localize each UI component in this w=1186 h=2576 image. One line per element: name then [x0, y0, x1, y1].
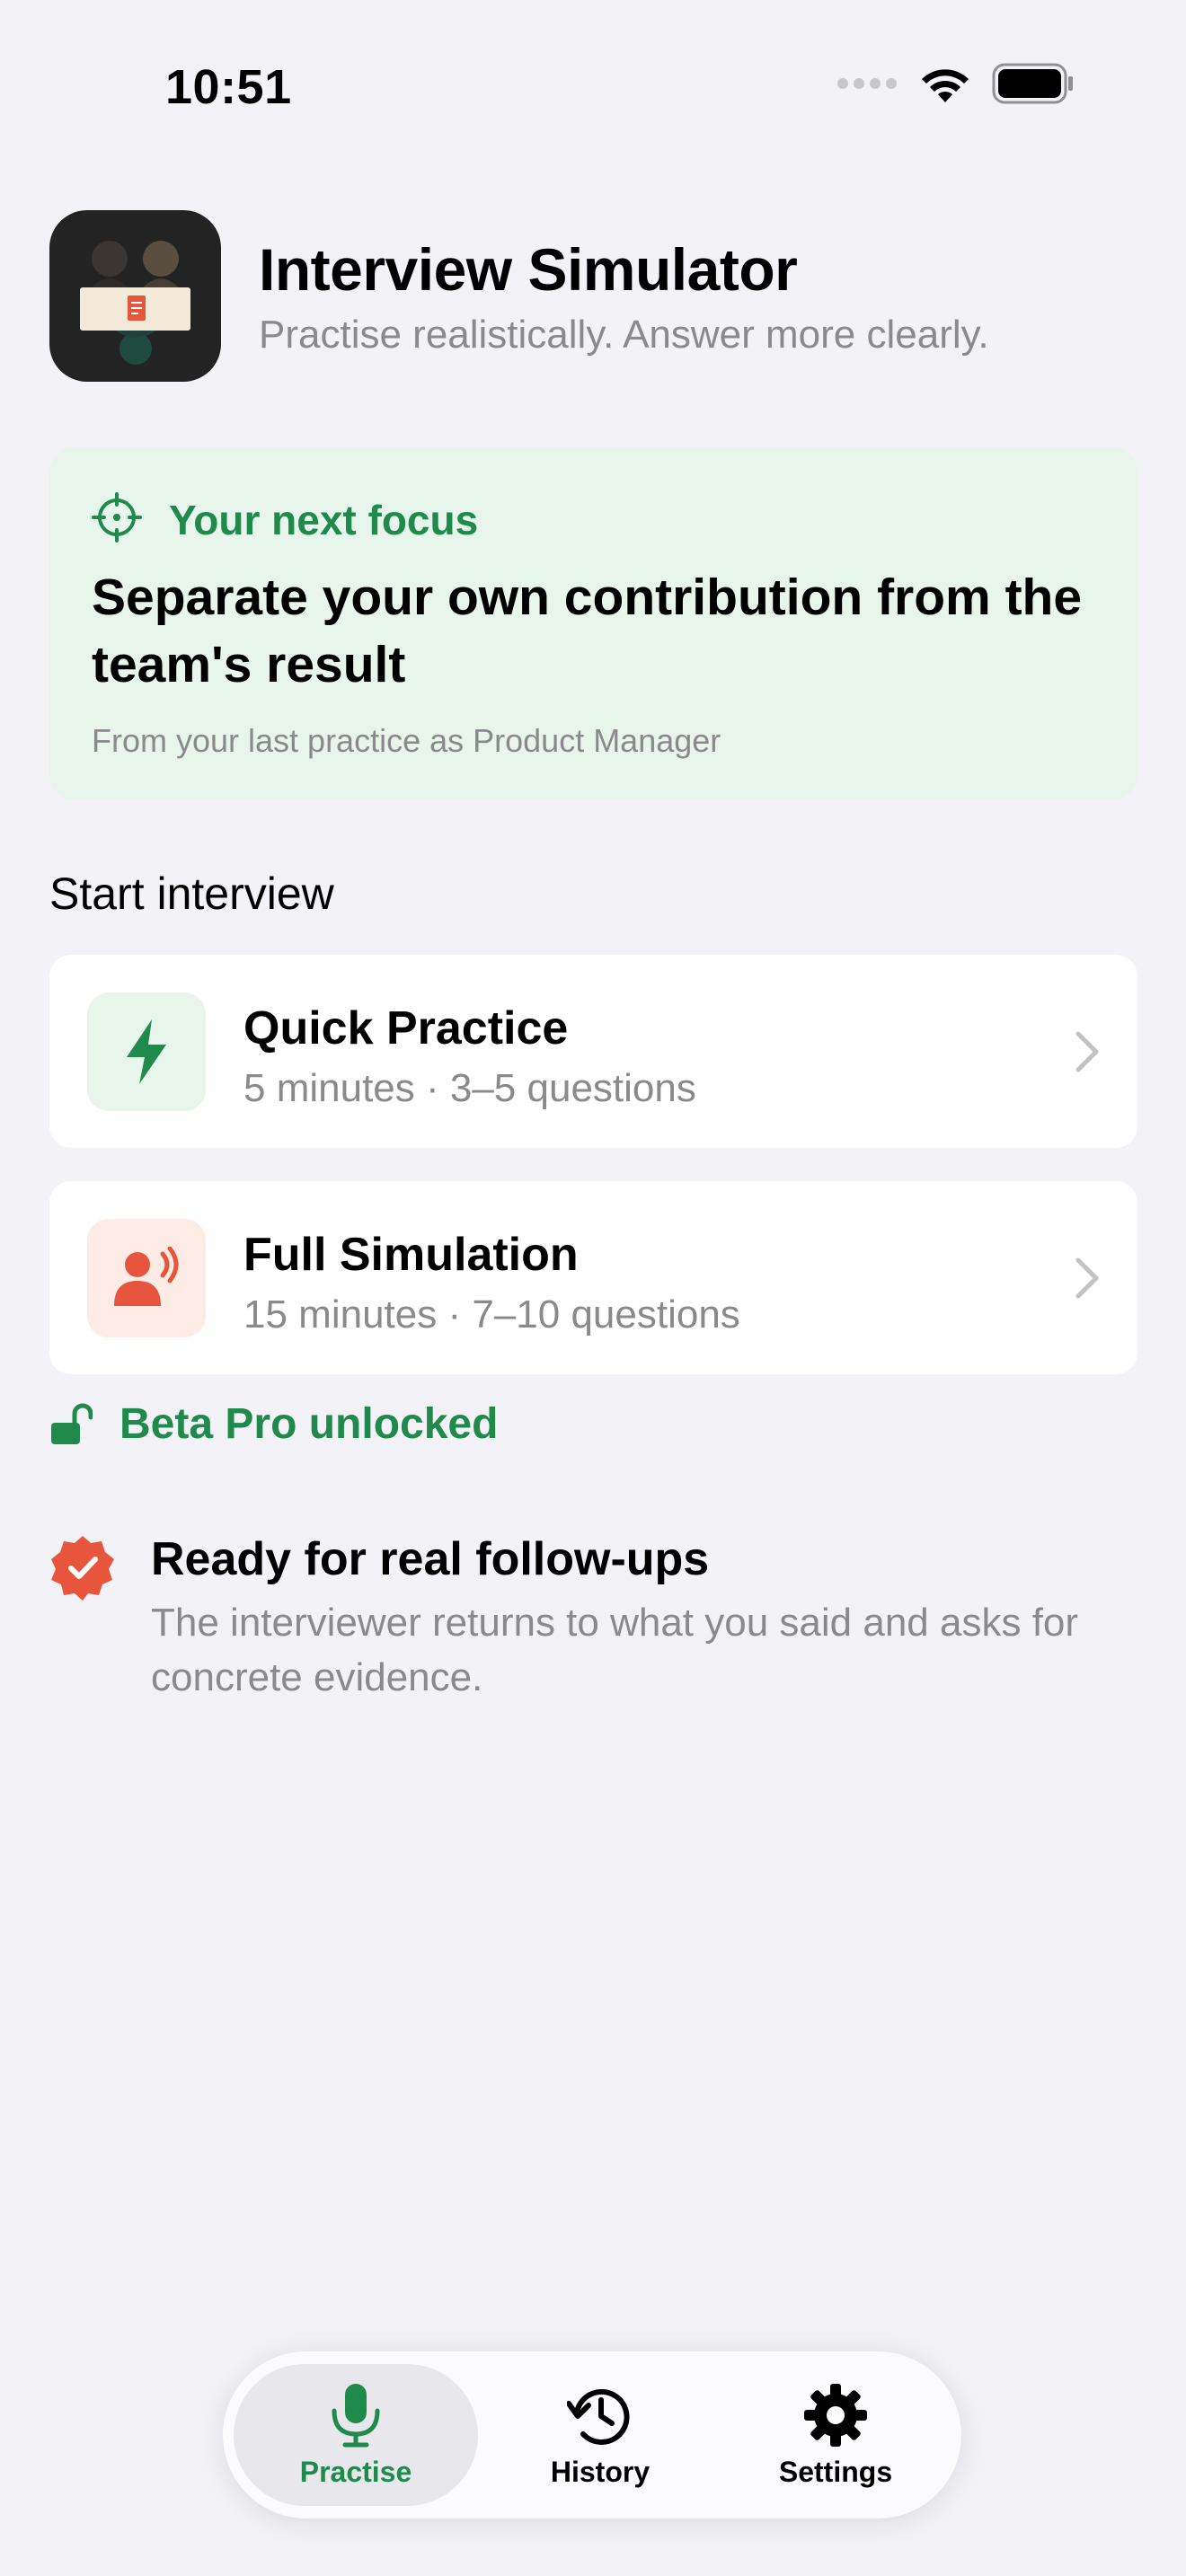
- tab-history[interactable]: History: [492, 2364, 708, 2506]
- quick-practice-title: Quick Practice: [243, 1002, 569, 1054]
- gear-icon: [804, 2383, 867, 2447]
- interview-table-icon: [80, 241, 190, 365]
- section-title: Start interview: [49, 869, 334, 919]
- app-subtitle: Practise realistically. Answer more clea…: [259, 313, 989, 357]
- quick-practice-subtitle: 5 minutes · 3–5 questions: [243, 1066, 696, 1110]
- bolt-icon: [127, 1019, 166, 1084]
- wifi-icon: [922, 69, 969, 102]
- full-simulation-title: Full Simulation: [243, 1229, 579, 1281]
- quick-practice-icon-tile: [87, 992, 206, 1111]
- ready-description: The interviewer returns to what you said…: [151, 1601, 1079, 1699]
- app-title: Interview Simulator: [259, 236, 798, 303]
- chevron-right-icon: [1075, 1031, 1099, 1072]
- chevron-right-icon: [1075, 1257, 1099, 1299]
- cellular-signal-icon: [837, 78, 897, 89]
- beta-pro-status: Beta Pro unlocked: [49, 1399, 498, 1449]
- verified-badge-icon: [51, 1536, 114, 1601]
- focus-meta: From your last practice as Product Manag…: [92, 722, 721, 759]
- speaking-person-icon: [114, 1247, 179, 1306]
- battery-icon: [992, 63, 1073, 104]
- tab-label: Practise: [299, 2455, 412, 2488]
- focus-text: Separate your own contribution from the …: [92, 569, 1083, 693]
- tab-label: History: [550, 2455, 651, 2488]
- tab-bar: Practise History Settings: [223, 2351, 961, 2519]
- tab-practise[interactable]: Practise: [234, 2364, 478, 2506]
- full-simulation-subtitle: 15 minutes · 7–10 questions: [243, 1292, 740, 1337]
- focus-label: Your next focus: [169, 497, 479, 543]
- ready-title: Ready for real follow-ups: [151, 1533, 710, 1585]
- full-simulation-icon-tile: [87, 1219, 206, 1337]
- app-logo: [49, 210, 221, 382]
- quick-practice-card[interactable]: Quick Practice 5 minutes · 3–5 questions: [49, 955, 1137, 1148]
- history-icon: [567, 2388, 630, 2445]
- unlock-icon: [51, 1403, 93, 1444]
- crosshair-icon: [92, 492, 142, 543]
- tab-settings[interactable]: Settings: [722, 2364, 949, 2506]
- beta-pro-label: Beta Pro unlocked: [119, 1400, 499, 1448]
- microphone-icon: [332, 2383, 380, 2447]
- full-simulation-card[interactable]: Full Simulation 15 minutes · 7–10 questi…: [49, 1181, 1137, 1374]
- status-time: 10:51: [165, 60, 292, 114]
- status-indicators: [836, 63, 1075, 104]
- tab-label: Settings: [778, 2455, 893, 2488]
